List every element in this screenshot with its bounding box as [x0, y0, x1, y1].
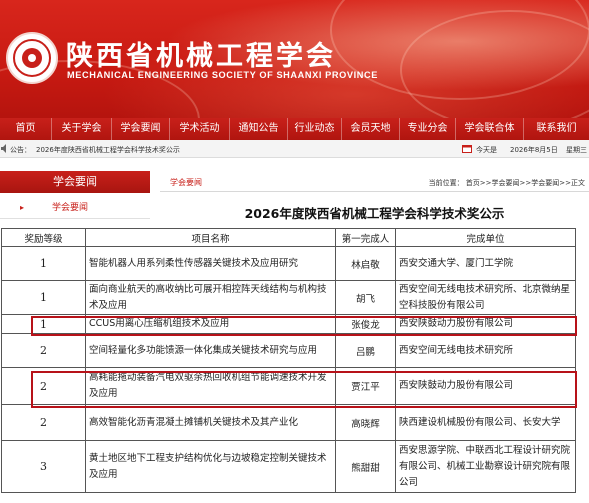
- first-completer: 贾江平: [335, 367, 396, 405]
- completion-unit: 西安交通大学、厦门工学院: [395, 246, 576, 281]
- first-completer: 吕鹏: [335, 333, 396, 368]
- sidebar-item-news[interactable]: ▸ 学会要闻: [0, 197, 150, 219]
- nav-item-news[interactable]: 学会要闻: [112, 118, 170, 140]
- award-level: 2: [1, 367, 86, 405]
- sidebar-heading: 学会要闻: [0, 171, 150, 193]
- page-title: 2026年度陕西省机械工程学会科学技术奖公示: [244, 206, 505, 221]
- first-completer: 熊甜甜: [335, 440, 396, 493]
- completion-unit: 西安陕鼓动力股份有限公司: [395, 367, 576, 405]
- first-completer: 林启敬: [335, 246, 396, 281]
- table-header-row: 奖励等级 项目名称 第一完成人 完成单位: [1, 228, 576, 247]
- project-name: 黄土地区地下工程支护结构优化与边坡稳定控制关键技术及应用: [85, 440, 336, 493]
- nav-item-contact[interactable]: 联系我们: [524, 118, 589, 140]
- award-level: 3: [1, 440, 86, 493]
- awards-table: 奖励等级 项目名称 第一完成人 完成单位 1 智能机器人用系列柔性传感器关键技术…: [1, 228, 576, 493]
- col-header-level: 奖励等级: [1, 228, 86, 247]
- sidebar-item-label: 学会要闻: [52, 203, 89, 213]
- completion-unit: 陕西建设机械股份有限公司、长安大学: [395, 404, 576, 441]
- speaker-icon: [1, 144, 6, 153]
- notice-label: 公告：: [10, 146, 31, 154]
- site-subtitle: MECHANICAL ENGINEERING SOCIETY OF SHAANX…: [67, 70, 378, 80]
- breadcrumb[interactable]: 当前位置： 首页>>学会要闻>>学会要闻>>正文: [429, 178, 585, 188]
- award-level: 2: [1, 404, 86, 441]
- current-weekday: 星期三: [566, 146, 587, 154]
- calendar-icon: [462, 145, 472, 153]
- project-name: 高效智能化沥青混凝土摊铺机关键技术及其产业化: [85, 404, 336, 441]
- society-seal-icon[interactable]: [6, 32, 58, 84]
- main-nav: 首页 关于学会 学会要闻 学术活动 通知公告 行业动态 会员天地 专业分会 学会…: [0, 118, 589, 140]
- completion-unit: 西安思源学院、中联西北工程设计研究院有限公司、机械工业勘察设计研究院有限公司: [395, 440, 576, 493]
- nav-item-about[interactable]: 关于学会: [52, 118, 112, 140]
- notice-message[interactable]: 2026年度陕西省机械工程学会科学技术奖公示: [36, 145, 180, 155]
- nav-item-academic[interactable]: 学术活动: [170, 118, 230, 140]
- first-completer: 高晓辉: [335, 404, 396, 441]
- nav-item-industry[interactable]: 行业动态: [288, 118, 342, 140]
- nav-item-home[interactable]: 首页: [0, 118, 52, 140]
- award-level: 2: [1, 333, 86, 368]
- table-row: 3 黄土地区地下工程支护结构优化与边坡稳定控制关键技术及应用 熊甜甜 西安思源学…: [1, 440, 576, 493]
- award-level: 1: [1, 246, 86, 281]
- completion-unit: 西安空间无线电技术研究所: [395, 333, 576, 368]
- current-date: 2026年8月5日: [510, 146, 558, 154]
- nav-item-branches[interactable]: 专业分会: [400, 118, 456, 140]
- notice-bar: 公告： 2026年度陕西省机械工程学会科学技术奖公示 今天是 2026年8月5日…: [0, 140, 589, 158]
- today-label: 今天是: [476, 146, 497, 154]
- project-name: 智能机器人用系列柔性传感器关键技术及应用研究: [85, 246, 336, 281]
- col-header-project: 项目名称: [85, 228, 336, 247]
- table-row: 2 高效智能化沥青混凝土摊铺机关键技术及其产业化 高晓辉 陕西建设机械股份有限公…: [1, 404, 576, 441]
- site-title: 陕西省机械工程学会: [66, 41, 336, 72]
- first-completer: 胡飞: [335, 280, 396, 315]
- project-name: 面向商业航天的高收纳比可展开相控阵天线结构与机构技术及应用: [85, 280, 336, 315]
- site-banner: 陕西省机械工程学会 MECHANICAL ENGINEERING SOCIETY…: [0, 0, 589, 118]
- nav-item-union[interactable]: 学会联合体: [456, 118, 524, 140]
- completion-unit: 西安空间无线电技术研究所、北京微纳星空科技股份有限公司: [395, 280, 576, 315]
- col-header-person: 第一完成人: [335, 228, 396, 247]
- completion-unit: 西安陕鼓动力股份有限公司: [395, 314, 576, 334]
- section-label: 学会要闻: [170, 178, 202, 187]
- award-level: 1: [1, 280, 86, 315]
- table-row: 2 空间轻量化多功能馈源一体化集成关键技术研究与应用 吕鹏 西安空间无线电技术研…: [1, 333, 576, 368]
- table-row: 2 高耗能拖动装备汽电双驱余热回收机组节能调速技术开发及应用 贾江平 西安陕鼓动…: [1, 367, 576, 405]
- project-name: CCUS用离心压缩机组技术及应用: [85, 314, 336, 334]
- table-row: 1 智能机器人用系列柔性传感器关键技术及应用研究 林启敬 西安交通大学、厦门工学…: [1, 246, 576, 281]
- award-level: 1: [1, 314, 86, 334]
- col-header-unit: 完成单位: [395, 228, 576, 247]
- content-header: 学会要闻 当前位置： 首页>>学会要闻>>学会要闻>>正文: [160, 172, 589, 192]
- table-row: 1 面向商业航天的高收纳比可展开相控阵天线结构与机构技术及应用 胡飞 西安空间无…: [1, 280, 576, 315]
- first-completer: 张俊龙: [335, 314, 396, 334]
- project-name: 空间轻量化多功能馈源一体化集成关键技术研究与应用: [85, 333, 336, 368]
- arrow-right-icon: ▸: [20, 203, 25, 212]
- project-name: 高耗能拖动装备汽电双驱余热回收机组节能调速技术开发及应用: [85, 367, 336, 405]
- nav-item-members[interactable]: 会员天地: [342, 118, 400, 140]
- table-row: 1 CCUS用离心压缩机组技术及应用 张俊龙 西安陕鼓动力股份有限公司: [1, 314, 576, 334]
- nav-item-notices[interactable]: 通知公告: [230, 118, 288, 140]
